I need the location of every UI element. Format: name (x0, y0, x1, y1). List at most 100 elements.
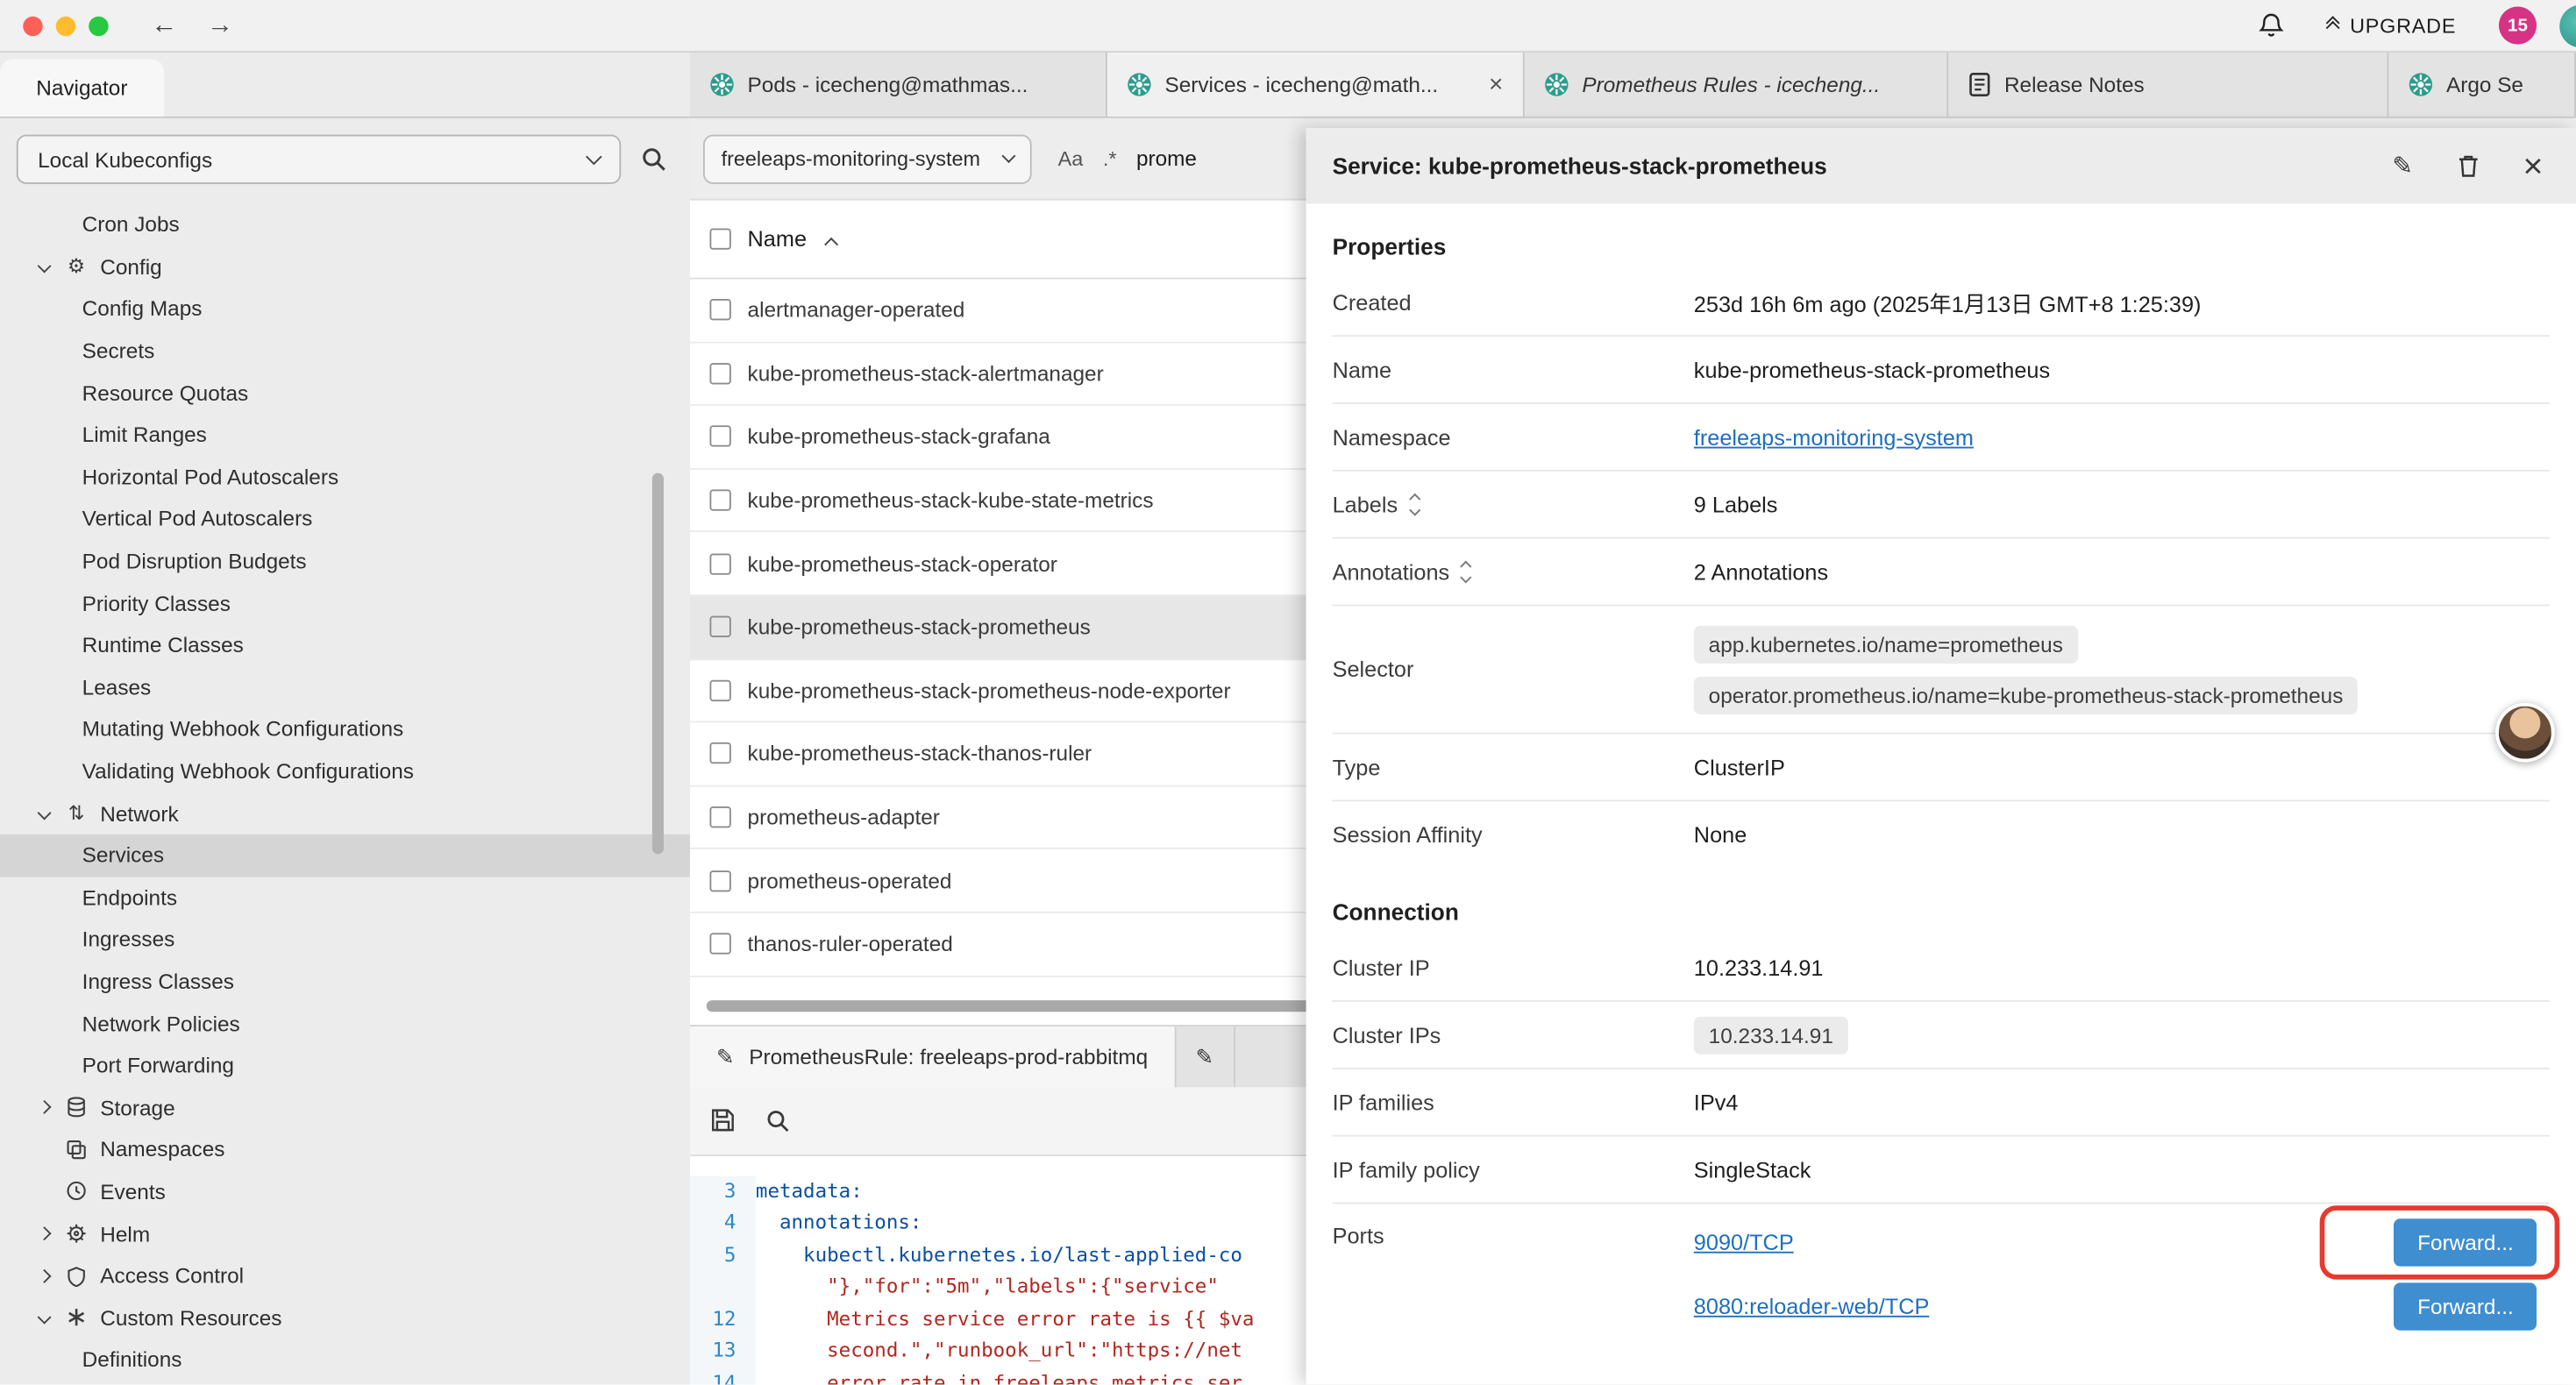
sidebar-item-horizontal-pod-autoscalers[interactable]: Horizontal Pod Autoscalers (0, 456, 690, 498)
sidebar-item-port-forwarding[interactable]: Port Forwarding (0, 1044, 690, 1086)
property-label: Type (1333, 755, 1694, 779)
close-icon[interactable]: × (2523, 149, 2544, 183)
search-icon[interactable] (765, 1108, 790, 1133)
checkbox[interactable] (709, 363, 730, 384)
back-icon[interactable]: ← (151, 12, 177, 39)
sidebar-item-validating-webhook-configurations[interactable]: Validating Webhook Configurations (0, 750, 690, 792)
tab-pods[interactable]: Pods - icecheng@mathmas... (690, 53, 1107, 117)
tab-prometheus-rules[interactable]: Prometheus Rules - icecheng... (1525, 53, 1948, 117)
sidebar-item-secrets[interactable]: Secrets (0, 330, 690, 372)
item-label: Helm (100, 1221, 150, 1246)
tab-services[interactable]: Services - icecheng@math... × (1107, 53, 1525, 117)
editor-tab-label: PrometheusRule: freeleaps-prod-rabbitmq (749, 1044, 1148, 1069)
namespace-selector[interactable]: freeleaps-monitoring-system (703, 134, 1032, 183)
select-all-checkbox[interactable] (709, 228, 730, 249)
sidebar-item-pod-disruption-budgets[interactable]: Pod Disruption Budgets (0, 540, 690, 582)
item-label: Events (100, 1179, 165, 1204)
sidebar-item-endpoints[interactable]: Endpoints (0, 877, 690, 919)
namespace-link[interactable]: freeleaps-monitoring-system (1694, 424, 1974, 449)
traffic-light-minimize[interactable] (56, 16, 75, 35)
edit-icon[interactable]: ✎ (2392, 153, 2413, 178)
service-name: kube-prometheus-stack-prometheus (748, 614, 1091, 639)
property-value: kube-prometheus-stack-prometheus (1694, 358, 2050, 382)
sidebar-item-ingress-classes[interactable]: Ingress Classes (0, 961, 690, 1003)
sidebar-item-resource-quotas[interactable]: Resource Quotas (0, 372, 690, 414)
port-link[interactable]: 9090/TCP (1694, 1230, 1794, 1254)
upgrade-button[interactable]: UPGRADE (2329, 14, 2456, 37)
checkbox[interactable] (709, 426, 730, 447)
checkbox[interactable] (709, 300, 730, 321)
sidebar-item-vertical-pod-autoscalers[interactable]: Vertical Pod Autoscalers (0, 498, 690, 540)
traffic-light-zoom[interactable] (89, 16, 108, 35)
checkbox[interactable] (709, 553, 730, 574)
sidebar-item-cron-jobs[interactable]: Cron Jobs (0, 203, 690, 245)
sidebar-item-mutating-webhook-configurations[interactable]: Mutating Webhook Configurations (0, 708, 690, 750)
sidebar-item-helm[interactable]: Helm (0, 1212, 690, 1254)
sidebar-item-ingresses[interactable]: Ingresses (0, 919, 690, 961)
close-icon[interactable]: × (1489, 72, 1503, 96)
forward-button[interactable]: Forward... (2395, 1218, 2537, 1266)
checkbox[interactable] (709, 870, 730, 891)
editor-tab-partial[interactable]: ✎ (1176, 1026, 1235, 1086)
property-label: Selector (1333, 657, 1694, 681)
line-number: 12 (690, 1303, 756, 1336)
sidebar-item-access-control[interactable]: Access Control (0, 1254, 690, 1296)
expand-toggle-icon[interactable] (1411, 495, 1418, 514)
sidebar-item-config-maps[interactable]: Config Maps (0, 288, 690, 330)
editor-tab[interactable]: ✎ PrometheusRule: freeleaps-prod-rabbitm… (690, 1026, 1176, 1086)
trash-icon[interactable] (2456, 153, 2480, 179)
match-case-toggle[interactable]: Aa (1058, 147, 1084, 170)
checkbox[interactable] (709, 679, 730, 700)
checkbox[interactable] (709, 806, 730, 827)
forward-icon[interactable]: → (207, 12, 233, 39)
property-label: Labels (1333, 492, 1694, 516)
section-heading-connection: Connection (1333, 898, 2550, 925)
checkbox[interactable] (709, 934, 730, 955)
sidebar-item-runtime-classes[interactable]: Runtime Classes (0, 624, 690, 666)
sidebar-item-leases[interactable]: Leases (0, 666, 690, 708)
search-input[interactable]: prome (1136, 146, 1197, 171)
regex-toggle[interactable]: .* (1103, 147, 1117, 170)
checkbox[interactable] (709, 490, 730, 511)
kubeconfig-selector[interactable]: Local Kubeconfigs (17, 135, 622, 184)
notification-badge[interactable]: 15 (2499, 6, 2537, 44)
property-value: SingleStack (1694, 1157, 1811, 1182)
checkbox[interactable] (709, 743, 730, 764)
titlebar: ← → UPGRADE 15 (0, 0, 2576, 53)
sidebar-item-services[interactable]: Services (0, 835, 690, 877)
name-column-header[interactable]: Name (748, 227, 807, 252)
expand-toggle-icon[interactable] (1462, 563, 1469, 581)
item-label: Network Policies (82, 1011, 240, 1035)
traffic-light-close[interactable] (23, 16, 42, 35)
sidebar-item-custom-resources[interactable]: Custom Resources (0, 1296, 690, 1339)
port-link[interactable]: 8080:reloader-web/TCP (1694, 1294, 1930, 1318)
save-icon[interactable] (709, 1107, 736, 1133)
property-label: Cluster IP (1333, 955, 1694, 980)
sidebar-item-limit-ranges[interactable]: Limit Ranges (0, 414, 690, 456)
document-tabs: Pods - icecheng@mathmas... Services - ic… (690, 53, 2576, 117)
sidebar-item-config[interactable]: ⚙ Config (0, 245, 690, 288)
sidebar-item-namespaces[interactable]: Namespaces (0, 1128, 690, 1170)
section-heading-properties: Properties (1333, 233, 2550, 259)
sidebar-scrollbar[interactable] (652, 473, 664, 855)
helm-icon (64, 1222, 89, 1245)
sidebar-item-network-policies[interactable]: Network Policies (0, 1002, 690, 1044)
item-label: Ingresses (82, 927, 175, 952)
checkbox[interactable] (709, 616, 730, 637)
sidebar-item-definitions[interactable]: Definitions (0, 1339, 690, 1381)
property-row-created: Created 253d 16h 6m ago (2025年1月13日 GMT+… (1333, 269, 2550, 337)
search-icon[interactable] (641, 146, 667, 173)
forward-button[interactable]: Forward... (2395, 1282, 2537, 1330)
sidebar-item-network[interactable]: ⇅ Network (0, 792, 690, 835)
bell-icon[interactable] (2258, 11, 2286, 39)
tab-release-notes[interactable]: Release Notes (1948, 53, 2388, 117)
item-label: Mutating Webhook Configurations (82, 717, 404, 742)
avatar[interactable] (2559, 4, 2576, 47)
drawer-header: Service: kube-prometheus-stack-prometheu… (1306, 128, 2576, 203)
tab-argo[interactable]: Argo Se (2388, 53, 2576, 117)
floating-avatar[interactable] (2495, 703, 2554, 762)
tab-navigator[interactable]: Navigator (0, 59, 164, 117)
sidebar-item-events[interactable]: Events (0, 1170, 690, 1212)
sidebar-item-priority-classes[interactable]: Priority Classes (0, 582, 690, 624)
sidebar-item-storage[interactable]: Storage (0, 1086, 690, 1128)
